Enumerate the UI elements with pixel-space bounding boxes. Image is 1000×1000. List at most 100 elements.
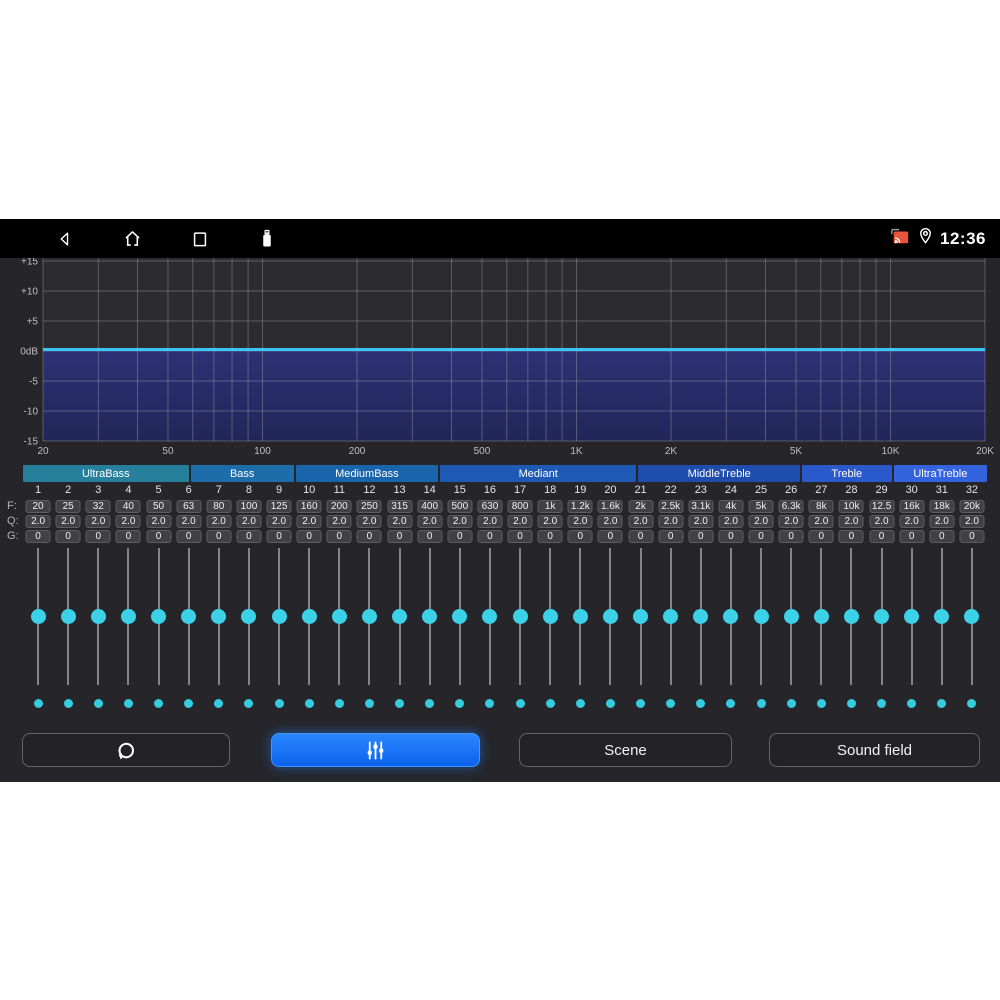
band-frequency-value[interactable]: 6.3k [778,500,804,513]
band-gain-value[interactable]: 0 [597,530,623,543]
band-frequency-value[interactable]: 3.1k [688,500,714,513]
gain-slider-knob[interactable] [30,609,46,624]
band-frequency-value[interactable]: 100 [236,500,262,513]
gain-slider-knob[interactable] [452,609,468,624]
band-gain-value[interactable]: 0 [25,530,51,543]
band-q-value[interactable]: 2.0 [55,515,81,528]
band-indicator-dot[interactable] [274,699,284,708]
band-gain-value[interactable]: 0 [959,530,985,543]
band-indicator-dot[interactable] [575,699,585,708]
band-frequency-value[interactable]: 1.2k [567,500,593,513]
band-indicator-dot[interactable] [545,699,555,708]
band-indicator-dot[interactable] [515,699,525,708]
band-gain-value[interactable]: 0 [778,530,804,543]
recents-icon[interactable] [190,229,210,249]
gain-slider-knob[interactable] [753,609,769,624]
gain-slider-knob[interactable] [211,609,227,624]
band-q-value[interactable]: 2.0 [778,515,804,528]
gain-slider-knob[interactable] [693,609,709,624]
band-q-value[interactable]: 2.0 [597,515,623,528]
band-frequency-value[interactable]: 25 [55,500,81,513]
band-frequency-value[interactable]: 40 [115,500,141,513]
band-q-value[interactable]: 2.0 [537,515,563,528]
band-indicator-dot[interactable] [123,699,133,708]
gain-slider-knob[interactable] [60,609,76,624]
band-gain-value[interactable]: 0 [296,530,322,543]
band-frequency-value[interactable]: 10k [838,500,864,513]
band-q-value[interactable]: 2.0 [929,515,955,528]
gain-slider-knob[interactable] [542,609,558,624]
band-q-value[interactable]: 2.0 [146,515,172,528]
band-frequency-value[interactable]: 4k [718,500,744,513]
band-frequency-value[interactable]: 2k [628,500,654,513]
band-indicator-dot[interactable] [334,699,344,708]
gain-slider-knob[interactable] [422,609,438,624]
band-indicator-dot[interactable] [786,699,796,708]
band-indicator-dot[interactable] [605,699,615,708]
gain-slider-knob[interactable] [934,609,950,624]
band-indicator-dot[interactable] [967,699,977,708]
band-indicator-dot[interactable] [304,699,314,708]
band-indicator-dot[interactable] [455,699,465,708]
band-gain-value[interactable]: 0 [55,530,81,543]
band-q-value[interactable]: 2.0 [296,515,322,528]
band-indicator-dot[interactable] [907,699,917,708]
gain-slider-knob[interactable] [271,609,287,624]
band-indicator-dot[interactable] [696,699,706,708]
gain-slider-knob[interactable] [361,609,377,624]
band-indicator-dot[interactable] [425,699,435,708]
band-gain-value[interactable]: 0 [266,530,292,543]
band-gain-value[interactable]: 0 [658,530,684,543]
band-indicator-dot[interactable] [816,699,826,708]
band-gain-value[interactable]: 0 [206,530,232,543]
gain-slider-knob[interactable] [331,609,347,624]
reset-button[interactable] [22,733,230,767]
band-q-value[interactable]: 2.0 [748,515,774,528]
band-gain-value[interactable]: 0 [748,530,774,543]
gain-slider-knob[interactable] [482,609,498,624]
band-q-value[interactable]: 2.0 [838,515,864,528]
band-frequency-value[interactable]: 32 [85,500,111,513]
band-q-value[interactable]: 2.0 [417,515,443,528]
band-frequency-value[interactable]: 200 [326,500,352,513]
gain-slider-knob[interactable] [120,609,136,624]
band-indicator-dot[interactable] [93,699,103,708]
band-frequency-value[interactable]: 2.5k [658,500,684,513]
gain-slider-knob[interactable] [241,609,257,624]
band-frequency-value[interactable]: 315 [387,500,413,513]
band-q-value[interactable]: 2.0 [176,515,202,528]
gain-slider-knob[interactable] [783,609,799,624]
gain-slider-knob[interactable] [663,609,679,624]
band-q-value[interactable]: 2.0 [115,515,141,528]
band-q-value[interactable]: 2.0 [567,515,593,528]
band-gain-value[interactable]: 0 [146,530,172,543]
band-frequency-value[interactable]: 125 [266,500,292,513]
band-indicator-dot[interactable] [154,699,164,708]
band-frequency-value[interactable]: 500 [447,500,473,513]
band-q-value[interactable]: 2.0 [808,515,834,528]
band-indicator-dot[interactable] [726,699,736,708]
band-indicator-dot[interactable] [636,699,646,708]
gain-slider-knob[interactable] [181,609,197,624]
gain-slider-knob[interactable] [301,609,317,624]
band-frequency-value[interactable]: 8k [808,500,834,513]
band-q-value[interactable]: 2.0 [477,515,503,528]
band-q-value[interactable]: 2.0 [206,515,232,528]
gain-slider-knob[interactable] [572,609,588,624]
gain-slider-knob[interactable] [843,609,859,624]
gain-slider-knob[interactable] [151,609,167,624]
band-frequency-value[interactable]: 16k [899,500,925,513]
band-frequency-value[interactable]: 50 [146,500,172,513]
band-indicator-dot[interactable] [846,699,856,708]
scene-button[interactable]: Scene [519,733,732,767]
band-q-value[interactable]: 2.0 [718,515,744,528]
band-q-value[interactable]: 2.0 [387,515,413,528]
back-icon[interactable] [55,229,75,249]
band-q-value[interactable]: 2.0 [658,515,684,528]
gain-slider-knob[interactable] [633,609,649,624]
band-gain-value[interactable]: 0 [236,530,262,543]
band-q-value[interactable]: 2.0 [628,515,654,528]
band-gain-value[interactable]: 0 [718,530,744,543]
band-gain-value[interactable]: 0 [808,530,834,543]
band-indicator-dot[interactable] [485,699,495,708]
